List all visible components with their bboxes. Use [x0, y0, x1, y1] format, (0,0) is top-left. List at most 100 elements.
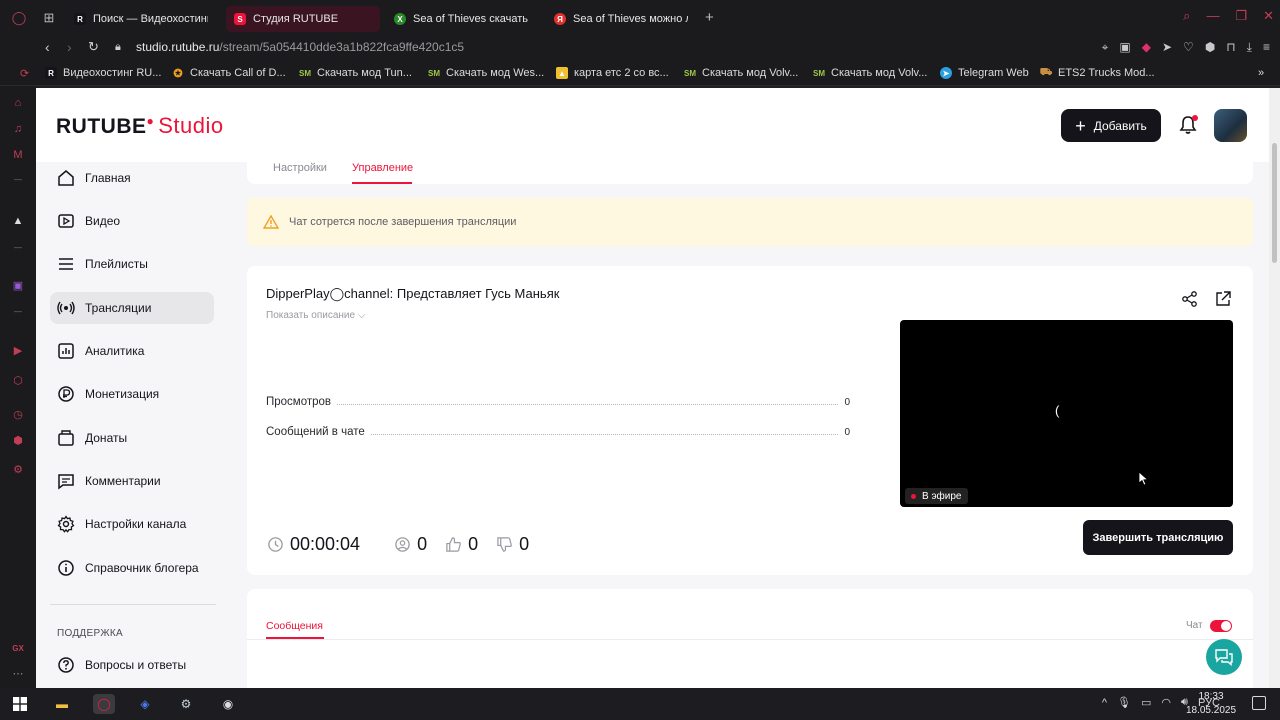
tab-manage[interactable]: Управление	[352, 162, 413, 174]
mic-icon[interactable]: 🎙︎	[1117, 696, 1131, 709]
aria-icon[interactable]: ▲	[11, 214, 25, 228]
share-icon[interactable]	[1181, 290, 1199, 308]
chat-toggle-label: Чат	[1186, 620, 1203, 631]
address-bar: ‹ › ↻ 🔒︎ studio.rutube.ru/stream/5a05441…	[0, 36, 1280, 62]
thumbs-down-icon	[497, 536, 512, 552]
page-scrollbar[interactable]	[1269, 88, 1280, 688]
info-icon	[58, 560, 74, 576]
back-icon[interactable]: ‹	[45, 39, 50, 55]
clock[interactable]: 18:33 18.05.2025	[1180, 690, 1242, 718]
chevron-up-icon[interactable]: ^	[1102, 697, 1107, 709]
add-button[interactable]: + Добавить	[1061, 109, 1161, 142]
forward-icon[interactable]: ›	[67, 39, 72, 55]
twitch-icon[interactable]: ▣	[11, 278, 25, 292]
sidebar-item-broadcasts[interactable]: Трансляции	[50, 292, 214, 324]
snapshot-icon[interactable]: ▣	[1119, 40, 1130, 55]
telegram-icon: ➤	[940, 67, 952, 79]
mail-icon[interactable]: M	[11, 148, 25, 162]
search-icon[interactable]: ⌕	[1183, 8, 1190, 24]
bookmark-item[interactable]: SM Скачать мод Volv...	[813, 67, 927, 79]
file-explorer-icon[interactable]: ▬	[51, 694, 73, 714]
rutube-studio-page: RUTUBE● Studio + Добавить Главная Видео П…	[36, 88, 1269, 688]
bookmarks-bar: ⟳ R Видеохостинг RU... ✪ Скачать Call of D…	[0, 62, 1280, 86]
browser-tab-sot-download[interactable]: X Sea of Thieves скачать т	[386, 6, 538, 32]
bookmark-item[interactable]: ⛟ ETS2 Trucks Mod...	[1040, 67, 1155, 80]
sidebar-item-channel-settings[interactable]: Настройки канала	[50, 508, 214, 540]
close-icon[interactable]: ✕	[1263, 8, 1274, 24]
sidebar-item-home[interactable]: Главная	[50, 162, 214, 194]
reload-icon[interactable]: ↻	[88, 39, 99, 55]
pinboard-icon[interactable]: ⬢	[11, 433, 25, 447]
maximize-icon[interactable]: ❐	[1235, 8, 1247, 24]
sidebar-item-playlists[interactable]: Плейлисты	[50, 248, 214, 280]
bookmark-item[interactable]: ✪ Скачать Call of D...	[172, 67, 285, 80]
bookmarks-toggle-icon[interactable]: ⟳	[20, 67, 29, 80]
bookmark-item[interactable]: SM Скачать мод Wes...	[428, 67, 544, 79]
sidebar-item-donations[interactable]: Донаты	[50, 422, 214, 454]
wifi-icon[interactable]: ◠	[1161, 696, 1171, 709]
sidebar-item-blogger-guide[interactable]: Справочник блогера	[50, 552, 214, 584]
steam-icon[interactable]: ⚙	[175, 694, 197, 714]
shield-icon[interactable]: ◆	[1142, 40, 1151, 55]
sidebar-item-monetization[interactable]: Монетизация	[50, 378, 214, 410]
extensions-icon[interactable]: ⬢	[1205, 40, 1215, 55]
sidebar-item-analytics[interactable]: Аналитика	[50, 335, 214, 367]
browser-tab-studio[interactable]: S Студия RUTUBE	[226, 6, 380, 32]
sidebar-item-comments[interactable]: Комментарии	[50, 465, 214, 497]
settings-icon[interactable]: ⚙	[11, 462, 25, 476]
sidebar-item-video[interactable]: Видео	[50, 205, 214, 237]
notification-center-icon[interactable]	[1252, 696, 1266, 710]
tab-menu-icon[interactable]: ⊞	[40, 9, 58, 27]
bookmark-item[interactable]: SM Скачать мод Volv...	[684, 67, 798, 79]
url-field[interactable]: studio.rutube.ru/stream/5a054410dde3a1b8…	[136, 40, 464, 54]
bookmark-item[interactable]: ▲ карта етс 2 со вс...	[556, 67, 669, 79]
minimize-icon[interactable]: —	[1206, 8, 1219, 24]
menu-icon[interactable]: ≡	[1263, 40, 1270, 55]
scrollbar-thumb[interactable]	[1272, 143, 1277, 263]
rutube-studio-icon: S	[234, 13, 246, 25]
wallet-icon[interactable]: ⊓	[1226, 40, 1235, 55]
sidebar-item-faq[interactable]: Вопросы и ответы	[50, 649, 214, 681]
obs-icon[interactable]: ◉	[217, 694, 239, 714]
rutube-studio-logo[interactable]: RUTUBE● Studio	[56, 113, 224, 139]
help-chat-button[interactable]	[1206, 639, 1242, 675]
bookmark-item[interactable]: R Видеохостинг RU...	[45, 67, 161, 79]
battery-icon[interactable]: ▭	[1141, 696, 1151, 709]
external-link-icon[interactable]	[1214, 290, 1232, 308]
warning-text: Чат сотрется после завершения трансляции	[289, 216, 517, 228]
music-icon[interactable]: ♫	[11, 122, 25, 136]
end-stream-button[interactable]: Завершить трансляцию	[1083, 520, 1233, 555]
home-icon[interactable]: ⌂	[11, 96, 25, 110]
windows-start-icon[interactable]	[9, 694, 31, 714]
toggle-knob	[1221, 621, 1231, 631]
metric-viewers: 0	[394, 534, 427, 555]
show-description-link[interactable]: Показать описание ⌵	[266, 310, 365, 321]
bookmarks-more-icon[interactable]: »	[1258, 67, 1264, 79]
plus-icon: +	[1075, 115, 1086, 136]
download-icon[interactable]: ⤓	[1247, 40, 1252, 55]
gx-icon[interactable]: GX	[11, 641, 25, 655]
bookmark-item[interactable]: SM Скачать мод Tun...	[299, 67, 412, 79]
avatar[interactable]	[1214, 109, 1247, 142]
tab-messages[interactable]: Сообщения	[266, 620, 323, 632]
heart-icon[interactable]: ♡	[1183, 40, 1194, 55]
logo-dot: ●	[146, 114, 155, 128]
tab-settings[interactable]: Настройки	[273, 162, 327, 174]
pin-icon[interactable]: ⌖	[1102, 40, 1109, 55]
stream-preview-player[interactable]: ( В эфире	[900, 320, 1233, 507]
app-icon[interactable]: ◈	[134, 694, 156, 714]
new-tab-button[interactable]: +	[705, 10, 714, 26]
opera-gx-icon[interactable]: ◯	[10, 9, 28, 27]
cube-icon[interactable]: ⬡	[11, 373, 25, 387]
chat-toggle[interactable]	[1210, 620, 1232, 632]
browser-tab-search[interactable]: R Поиск — Видеохостинг R	[66, 6, 216, 32]
opera-gx-icon[interactable]: ◯	[93, 694, 115, 714]
history-icon[interactable]: ◷	[11, 407, 25, 421]
send-icon[interactable]: ➤	[1162, 40, 1172, 55]
mouse-cursor-icon	[1139, 472, 1149, 486]
lock-icon[interactable]: 🔒︎	[115, 41, 121, 54]
more-icon[interactable]: ⋯	[11, 666, 25, 680]
bookmark-item[interactable]: ➤ Telegram Web	[940, 67, 1029, 79]
player-icon[interactable]: ▶	[11, 343, 25, 357]
browser-tab-sot-question[interactable]: Я Sea of Thieves можно ли	[546, 6, 696, 32]
